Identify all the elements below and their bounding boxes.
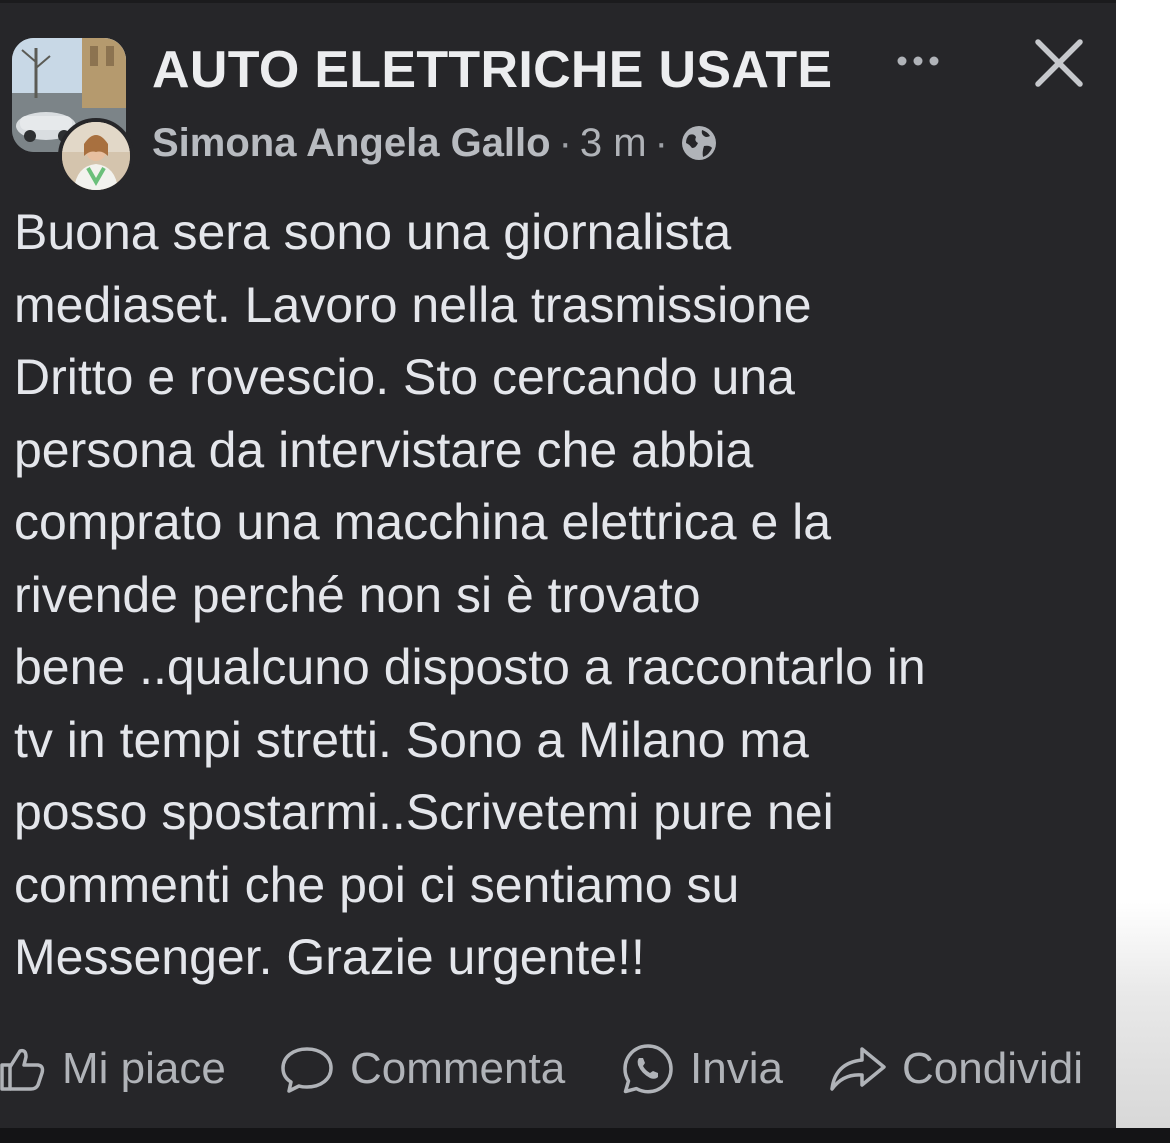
post-text-line: tv in tempi stretti. Sono a Milano ma <box>14 711 809 768</box>
post-text-line: mediaset. Lavoro nella trasmissione <box>14 276 812 333</box>
send-label: Invia <box>690 1044 783 1093</box>
post-card: AUTO ELETTRICHE USATE Simona Angela Gall… <box>0 0 1116 1128</box>
post-text-line: bene ..qualcuno disposto a raccontarlo i… <box>14 639 926 695</box>
group-avatar[interactable] <box>12 38 134 194</box>
share-label: Condividi <box>902 1044 1083 1093</box>
share-icon <box>830 1047 886 1091</box>
like-icon <box>0 1048 45 1091</box>
post-text-line: Dritto e rovescio. Sto cercando una <box>14 349 795 405</box>
background-strip <box>1116 0 1170 1128</box>
post-text-line: rivende perché non si è trovato <box>14 566 701 623</box>
comment-icon <box>281 1047 333 1093</box>
post-time[interactable]: 3 m <box>580 118 647 168</box>
post-text-line: Messenger. Grazie urgente!! <box>14 929 645 985</box>
post-meta: Simona Angela Gallo · 3 m · <box>152 118 718 168</box>
group-name[interactable]: AUTO ELETTRICHE USATE <box>152 40 832 100</box>
comment-label: Commenta <box>350 1044 566 1093</box>
like-label: Mi piace <box>62 1044 226 1093</box>
share-button[interactable]: Condividi <box>828 1036 1083 1102</box>
action-bar: Mi piace Commenta Invia Condividi <box>0 1036 1116 1102</box>
post-text-line: commenti che poi ci sentiamo su <box>14 856 740 913</box>
like-button[interactable]: Mi piace <box>0 1036 226 1102</box>
bottom-bar <box>0 1128 1170 1143</box>
author-name[interactable]: Simona Angela Gallo <box>152 118 551 168</box>
meta-separator: · <box>558 121 572 165</box>
meta-separator: · <box>654 121 668 165</box>
comment-button[interactable]: Commenta <box>278 1036 565 1102</box>
globe-icon <box>680 124 718 162</box>
post-text-line: comprato una macchina elettrica e la <box>14 494 832 550</box>
more-options-icon[interactable] <box>894 46 954 76</box>
close-icon[interactable] <box>1032 36 1086 90</box>
whatsapp-icon <box>623 1044 673 1094</box>
post-text: Buona sera sono una giornalista mediaset… <box>14 196 1094 994</box>
post-text-line: persona da intervistare che abbia <box>14 421 754 478</box>
post-text-line: posso spostarmi..Scrivetemi pure nei <box>14 784 834 840</box>
user-avatar[interactable] <box>58 118 134 194</box>
send-button[interactable]: Invia <box>620 1036 783 1102</box>
post-text-line: Buona sera sono una giornalista <box>14 204 732 260</box>
top-divider <box>0 0 1116 3</box>
